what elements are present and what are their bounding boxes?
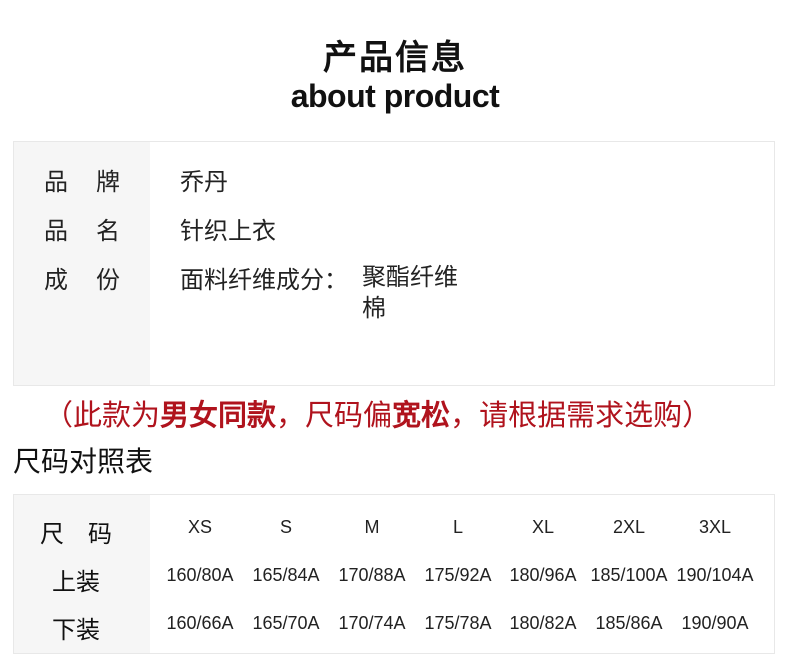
top-size-cell: 165/84A bbox=[252, 565, 320, 585]
top-size-cell: 180/96A bbox=[509, 565, 577, 585]
tops-row-label: 上装 bbox=[52, 568, 100, 596]
bottom-size-cell: 175/78A bbox=[424, 613, 492, 633]
notice-open: （此款为 bbox=[44, 398, 161, 432]
top-size-cell: 190/104A bbox=[676, 565, 754, 585]
size-chart-heading: 尺码对照表 bbox=[13, 445, 154, 478]
brand-label: 品牌 bbox=[44, 168, 148, 196]
size-cell: 3XL bbox=[698, 517, 732, 537]
bottom-size-cell: 165/70A bbox=[252, 613, 320, 633]
bottoms-row-label: 下装 bbox=[52, 616, 100, 644]
bottom-size-cell: 185/86A bbox=[595, 613, 663, 633]
composition-label: 成份 bbox=[44, 266, 148, 294]
bottom-size-cell: 180/82A bbox=[509, 613, 577, 633]
fit-notice: （此款为男女同款，尺码偏宽松，请根据需求选购） bbox=[44, 392, 711, 434]
material-item: 聚酯纤维 bbox=[362, 263, 458, 291]
top-size-cell: 170/88A bbox=[338, 565, 406, 585]
page-subtitle: about product bbox=[290, 78, 500, 114]
bottom-size-cell: 190/90A bbox=[681, 613, 749, 633]
bottom-size-cell: 160/66A bbox=[166, 613, 234, 633]
notice-unisex: 男女同款 bbox=[160, 398, 277, 432]
composition-prefix: 面料纤维成分： bbox=[180, 266, 348, 294]
page-title: 产品信息 bbox=[323, 38, 467, 78]
product-info-table: 品牌 乔丹 品名 针织上衣 成份 面料纤维成分： 聚酯纤维 棉 bbox=[13, 141, 775, 386]
material-list: 聚酯纤维 棉 bbox=[362, 262, 458, 324]
size-cell: 2XL bbox=[612, 517, 646, 537]
notice-loose: 宽松 bbox=[392, 398, 451, 432]
top-size-cell: 185/100A bbox=[590, 565, 668, 585]
size-cell: M bbox=[364, 517, 380, 537]
material-item: 棉 bbox=[362, 294, 386, 322]
top-size-cell: 175/92A bbox=[424, 565, 492, 585]
bottom-size-cell: 170/74A bbox=[338, 613, 406, 633]
notice-mid: ，尺码偏 bbox=[276, 398, 393, 432]
product-name-value: 针织上衣 bbox=[180, 217, 276, 245]
size-cell: XL bbox=[531, 517, 555, 537]
product-name-label: 品名 bbox=[44, 217, 148, 245]
size-chart-table: 尺码 上装 下装 XS S M L XL 2XL 3XL 160/80A 165/84A 170/… bbox=[13, 494, 775, 654]
size-cell: S bbox=[279, 517, 292, 537]
brand-value: 乔丹 bbox=[180, 168, 228, 196]
top-size-cell: 160/80A bbox=[166, 565, 234, 585]
size-cell: L bbox=[452, 517, 463, 537]
size-cell: XS bbox=[187, 517, 212, 537]
size-row-label: 尺码 bbox=[40, 520, 136, 548]
notice-close: ，请根据需求选购） bbox=[450, 398, 712, 432]
